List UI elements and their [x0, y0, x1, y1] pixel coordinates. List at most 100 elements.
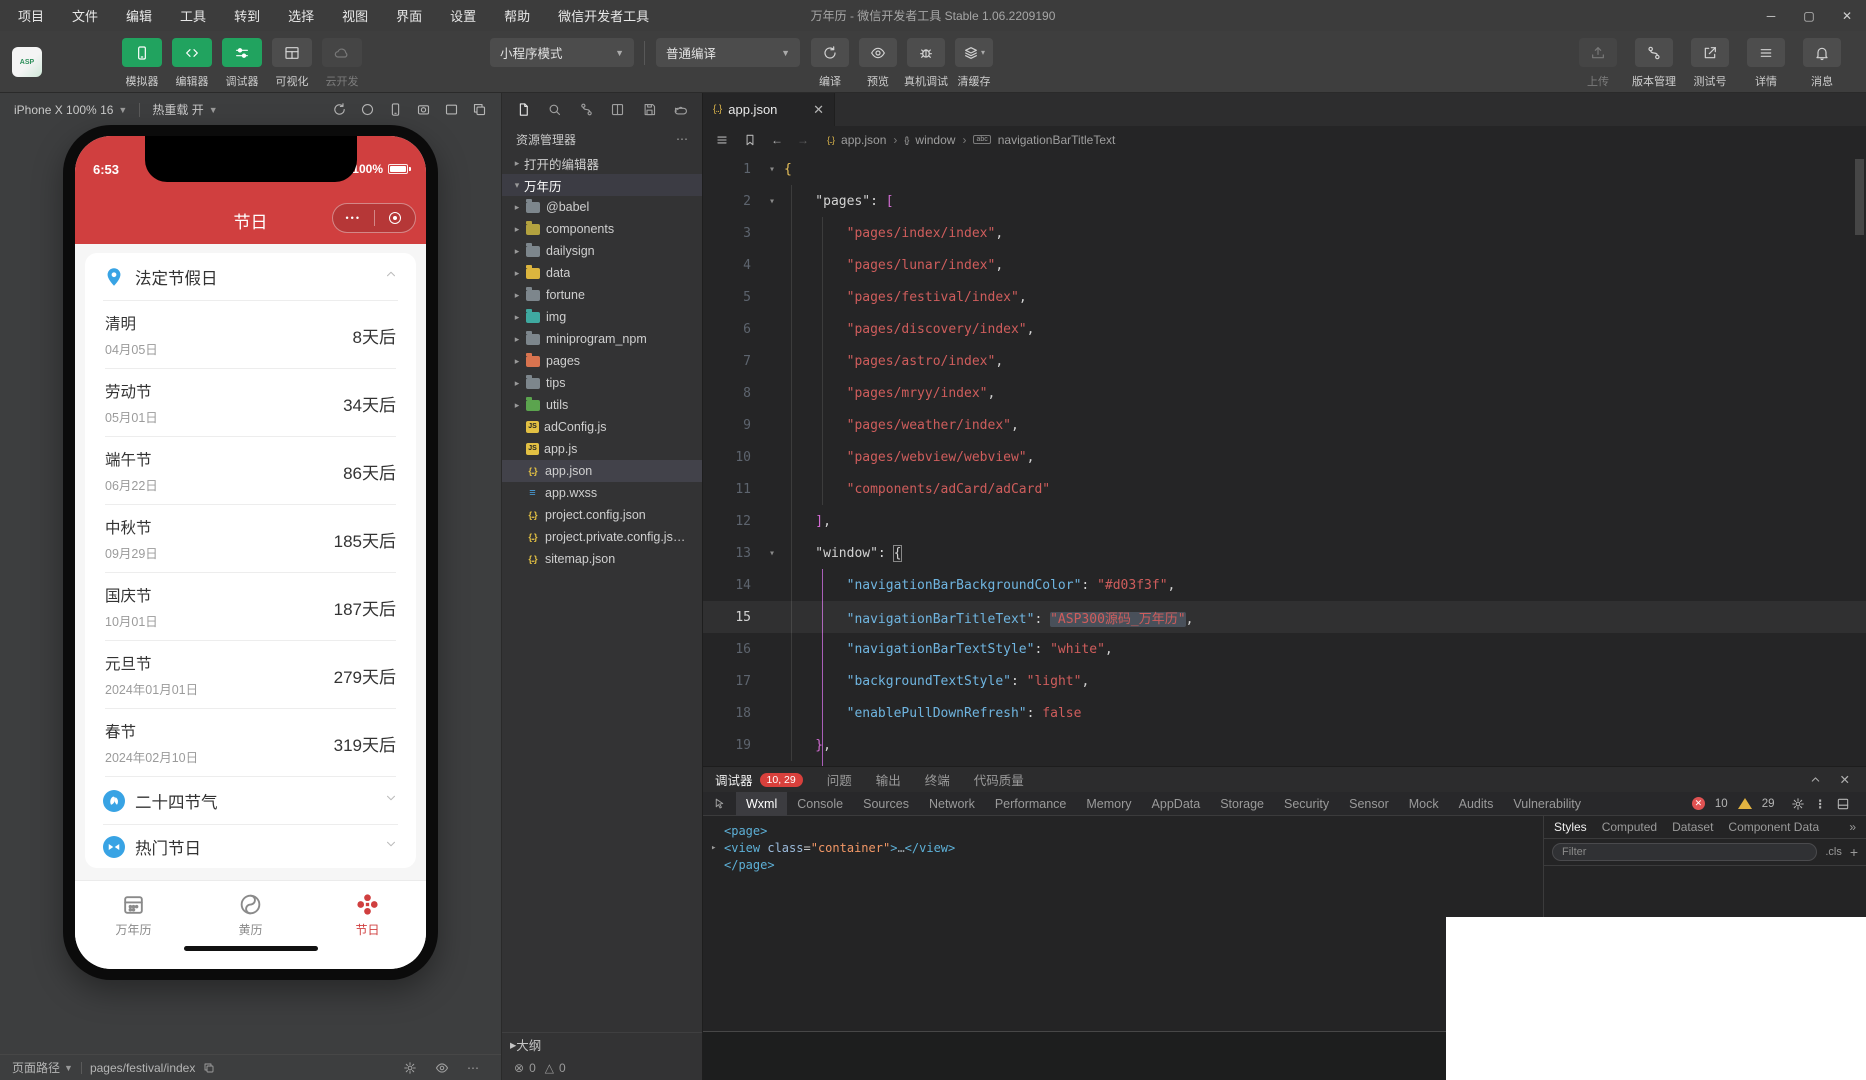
debugger-tab-输出[interactable]: 输出 — [876, 770, 901, 789]
copy-path-icon[interactable] — [203, 1062, 215, 1074]
toolbar-button-模拟器[interactable]: 模拟器 — [118, 38, 166, 89]
festival-row[interactable]: 中秋节09月29日185天后 — [85, 505, 416, 572]
menu-item-选择[interactable]: 选择 — [288, 6, 314, 25]
compile-mode-select[interactable]: 普通编译▼ — [656, 38, 800, 67]
menu-item-编辑[interactable]: 编辑 — [126, 6, 152, 25]
tree-folder-components[interactable]: ▸components — [502, 218, 702, 240]
panel-tab-Audits[interactable]: Audits — [1449, 792, 1504, 816]
section-solar-terms[interactable]: 二十四节气 — [85, 777, 416, 824]
debugger-tab-代码质量[interactable]: 代码质量 — [974, 770, 1024, 789]
toolbar-button-真机调试[interactable]: 真机调试 — [904, 38, 948, 89]
wxml-node[interactable]: ▸<view class="container">…</view> — [711, 840, 1539, 857]
menu-item-工具[interactable]: 工具 — [180, 6, 206, 25]
tree-folder-utils[interactable]: ▸utils — [502, 394, 702, 416]
breadcrumb-item[interactable]: app.json — [841, 133, 886, 147]
menu-item-转到[interactable]: 转到 — [234, 6, 260, 25]
debugger-tab-问题[interactable]: 问题 — [827, 770, 852, 789]
outline-section[interactable]: ▸大纲 — [502, 1032, 702, 1056]
styles-tab-Styles[interactable]: Styles — [1554, 820, 1587, 834]
phone-tab-万年历[interactable]: 万年历 — [75, 881, 192, 969]
tree-file-app.json[interactable]: {..}app.json — [502, 460, 702, 482]
debugger-tab-终端[interactable]: 终端 — [925, 770, 950, 789]
toolbar-button-可视化[interactable]: 可视化 — [268, 38, 316, 89]
rotate-phone-icon[interactable] — [388, 102, 403, 117]
toolbar-button-调试器[interactable]: 调试器 — [218, 38, 266, 89]
more-icon[interactable]: ⋯ — [467, 1061, 479, 1075]
festival-row[interactable]: 元旦节2024年01月01日279天后 — [85, 641, 416, 708]
panel-tab-Memory[interactable]: Memory — [1076, 792, 1141, 816]
tree-folder-dailysign[interactable]: ▸dailysign — [502, 240, 702, 262]
code-editor[interactable]: 1▾{2▾ "pages": [3 "pages/index/index",4 … — [703, 153, 1866, 766]
tree-folder-fortune[interactable]: ▸fortune — [502, 284, 702, 306]
breadcrumb-item[interactable]: navigationBarTitleText — [998, 133, 1116, 147]
toolbar-button-消息[interactable]: 消息 — [1796, 38, 1848, 89]
menu-item-界面[interactable]: 界面 — [396, 6, 422, 25]
expand-chevron-icon[interactable]: ▸ — [711, 840, 724, 857]
tree-folder-tips[interactable]: ▸tips — [502, 372, 702, 394]
menu-item-项目[interactable]: 项目 — [18, 6, 44, 25]
section-hot-festivals[interactable]: 热门节日 — [85, 825, 416, 868]
cls-toggle[interactable]: .cls — [1825, 846, 1842, 858]
menu-item-设置[interactable]: 设置 — [450, 6, 476, 25]
settings-gear-icon[interactable] — [403, 1061, 417, 1075]
device-select[interactable]: iPhone X 100% 16 — [14, 103, 113, 117]
add-style-icon[interactable]: + — [1850, 844, 1858, 860]
phone-tab-黄历[interactable]: 黄历 — [192, 881, 309, 969]
wxml-dom-tree[interactable]: <page>▸<view class="container">…</view><… — [703, 816, 1543, 1032]
kebab-menu-icon[interactable]: ⋮ — [1815, 797, 1827, 811]
styles-tab-Dataset[interactable]: Dataset — [1672, 820, 1713, 834]
wxml-node[interactable]: </page> — [711, 857, 1539, 874]
menu-item-微信开发者工具[interactable]: 微信开发者工具 — [558, 6, 649, 25]
close-icon[interactable]: ✕ — [1828, 0, 1866, 31]
panel-tab-Mock[interactable]: Mock — [1399, 792, 1449, 816]
toolbar-button-预览[interactable]: 预览 — [856, 38, 900, 89]
festival-row[interactable]: 清明04月05日8天后 — [85, 301, 416, 368]
more-tabs-icon[interactable]: » — [1849, 820, 1856, 834]
toolbar-button-编辑器[interactable]: 编辑器 — [168, 38, 216, 89]
toolbar-button-编译[interactable]: 编译 — [808, 38, 852, 89]
section-project-root[interactable]: ▾万年历 — [502, 174, 702, 196]
festival-row[interactable]: 国庆节10月01日187天后 — [85, 573, 416, 640]
breadcrumb-item[interactable]: window — [915, 133, 955, 147]
phone-tab-节日[interactable]: 节日 — [309, 881, 426, 969]
minimize-icon[interactable]: ─ — [1752, 0, 1790, 31]
editor-scrollbar[interactable] — [1855, 159, 1864, 235]
mode-select[interactable]: 小程序模式▼ — [490, 38, 634, 67]
page-path-label[interactable]: 页面路径 — [12, 1059, 60, 1076]
menu-item-文件[interactable]: 文件 — [72, 6, 98, 25]
tab-app-json[interactable]: {..} app.json ✕ — [703, 93, 835, 126]
forward-arrow-icon[interactable]: → — [797, 133, 809, 147]
styles-tab-Component Data[interactable]: Component Data — [1728, 820, 1819, 834]
tree-folder-data[interactable]: ▸data — [502, 262, 702, 284]
maximize-icon[interactable]: ▢ — [1790, 0, 1828, 31]
devtools-settings-gear-icon[interactable] — [1791, 797, 1805, 811]
panel-tab-Storage[interactable]: Storage — [1210, 792, 1274, 816]
toolbar-button-测试号[interactable]: 测试号 — [1684, 38, 1736, 89]
tree-file-sitemap.json[interactable]: {..}sitemap.json — [502, 548, 702, 570]
filter-input[interactable] — [1552, 843, 1817, 861]
panel-tab-Console[interactable]: Console — [787, 792, 853, 816]
search-icon[interactable] — [547, 102, 562, 117]
files-icon[interactable] — [516, 102, 531, 117]
toolbar-button-云开发[interactable]: 云开发 — [318, 38, 366, 89]
restart-icon[interactable] — [332, 102, 347, 117]
festival-row[interactable]: 劳动节05月01日34天后 — [85, 369, 416, 436]
menu-item-视图[interactable]: 视图 — [342, 6, 368, 25]
panel-tab-AppData[interactable]: AppData — [1142, 792, 1211, 816]
hot-reload-toggle[interactable]: 热重载 开 — [152, 101, 203, 118]
bookmark-icon[interactable] — [743, 133, 757, 147]
panel-tab-Vulnerability[interactable]: Vulnerability — [1503, 792, 1591, 816]
close-panel-icon[interactable]: ✕ — [1840, 772, 1850, 787]
build-teapot-icon[interactable] — [673, 102, 688, 117]
festival-row[interactable]: 端午节06月22日86天后 — [85, 437, 416, 504]
fold-chevron-icon[interactable]: ▾ — [760, 164, 784, 175]
panel-tab-Performance[interactable]: Performance — [985, 792, 1077, 816]
debugger-tab-调试器[interactable]: 调试器10, 29 — [715, 770, 803, 789]
panel-tab-Security[interactable]: Security — [1274, 792, 1339, 816]
tree-file-app.wxss[interactable]: ≡app.wxss — [502, 482, 702, 504]
fold-chevron-icon[interactable]: ▾ — [760, 196, 784, 207]
toolbar-button-详情[interactable]: 详情 — [1740, 38, 1792, 89]
source-control-icon[interactable] — [579, 102, 594, 117]
tree-file-project.private.config.js…[interactable]: {..}project.private.config.js… — [502, 526, 702, 548]
split-editor-icon[interactable] — [610, 102, 625, 117]
